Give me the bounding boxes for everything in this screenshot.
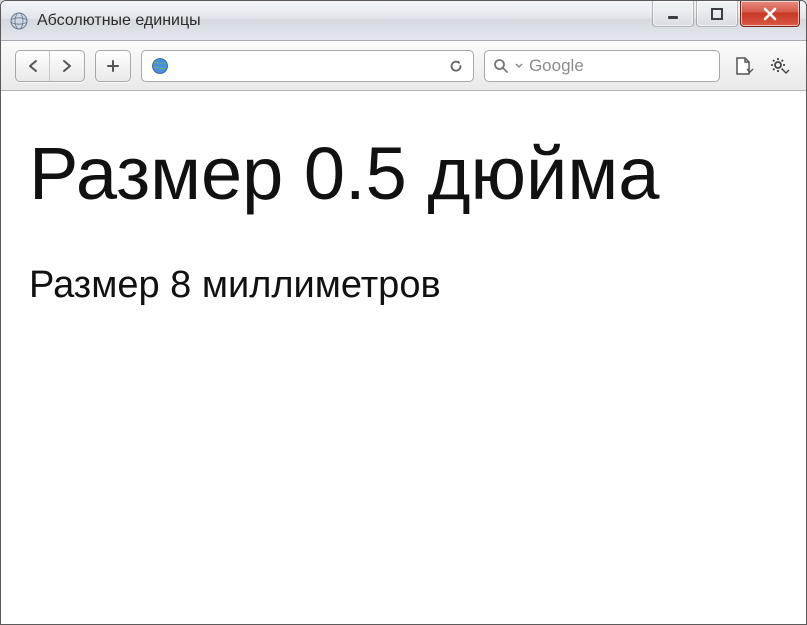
toolbar: Google: [1, 41, 806, 91]
forward-button[interactable]: [50, 51, 84, 81]
favicon-icon: [9, 11, 29, 31]
chevron-down-icon: [515, 61, 523, 71]
new-tab-button[interactable]: [96, 51, 130, 81]
search-placeholder: Google: [529, 56, 584, 76]
window-title: Абсолютные единицы: [37, 12, 652, 30]
plus-icon: [106, 59, 120, 73]
page-menu-button[interactable]: [730, 50, 756, 82]
heading-large: Размер 0.5 дюйма: [29, 131, 778, 216]
gear-icon: [768, 55, 790, 77]
search-bar[interactable]: Google: [484, 50, 720, 82]
maximize-button[interactable]: [696, 1, 738, 27]
settings-menu-button[interactable]: [766, 50, 792, 82]
url-bar[interactable]: [141, 50, 474, 82]
titlebar: Абсолютные единицы: [1, 1, 806, 41]
reload-button[interactable]: [447, 57, 465, 75]
minimize-button[interactable]: [652, 1, 694, 27]
nav-buttons: [15, 50, 85, 82]
back-icon: [27, 59, 39, 73]
back-button[interactable]: [16, 51, 50, 81]
page-icon: [732, 55, 754, 77]
globe-icon: [150, 56, 170, 76]
minimize-icon: [666, 7, 680, 21]
forward-icon: [61, 59, 73, 73]
window-controls: [652, 1, 806, 40]
reload-icon: [448, 58, 464, 74]
browser-window: Абсолютные единицы: [0, 0, 807, 625]
heading-small: Размер 8 миллиметров: [29, 264, 778, 307]
maximize-icon: [710, 7, 724, 21]
close-icon: [762, 6, 778, 22]
search-icon: [493, 58, 509, 74]
close-button[interactable]: [740, 1, 800, 27]
new-tab-group: [95, 50, 131, 82]
page-content: Размер 0.5 дюйма Размер 8 миллиметров: [1, 91, 806, 624]
